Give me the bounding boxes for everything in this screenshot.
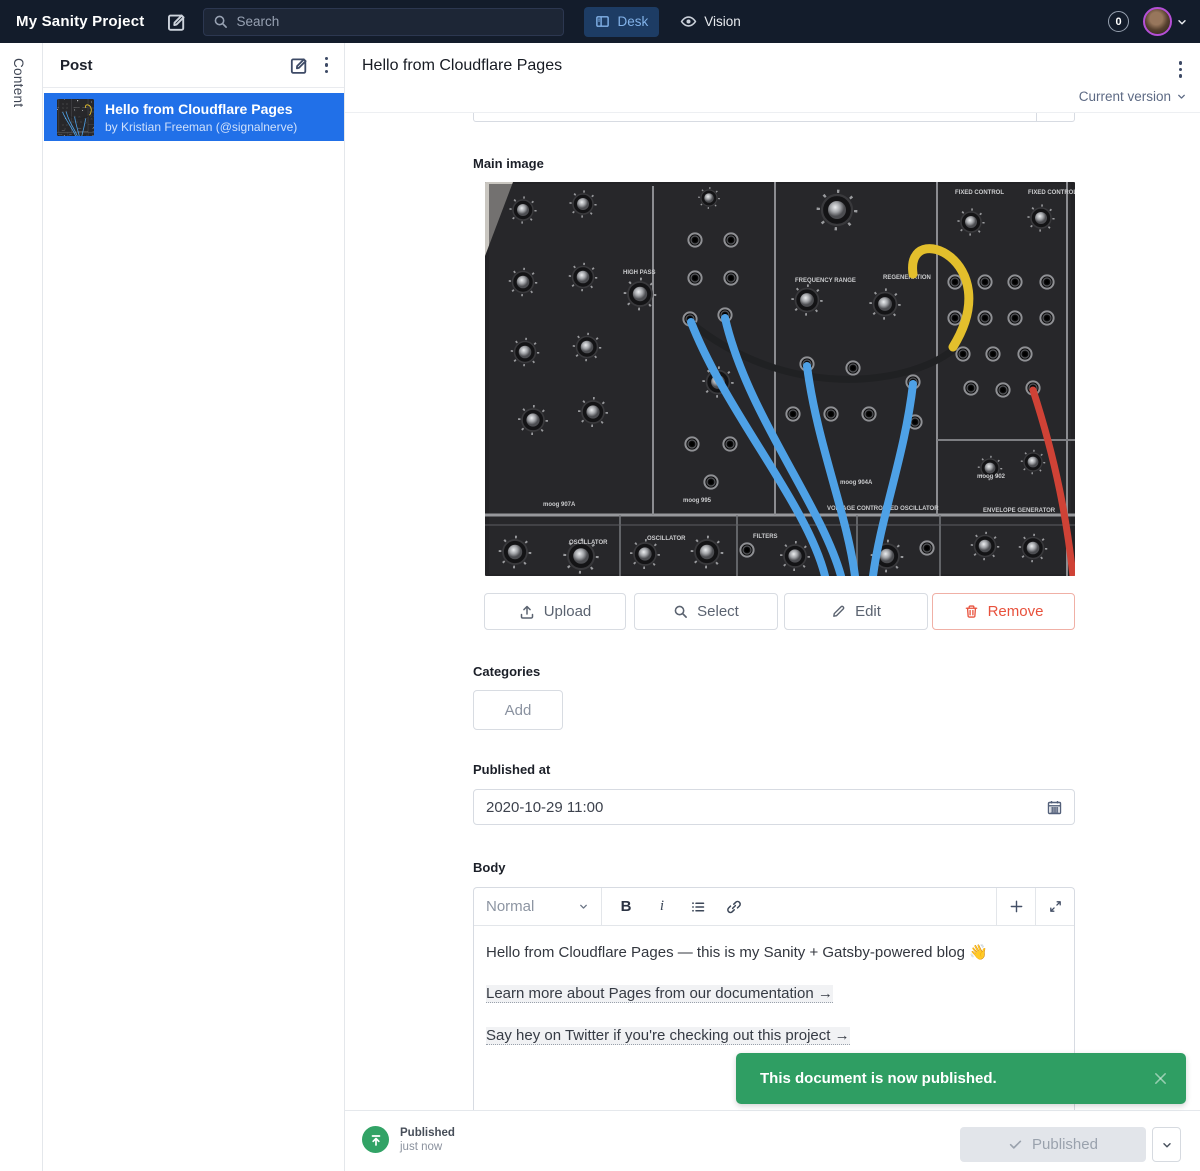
add-category-button[interactable]: Add [473,690,563,730]
toast-close-button[interactable] [1153,1071,1168,1086]
chevron-down-icon [1176,16,1188,28]
desk-icon [595,14,610,29]
tool-strip-content-label[interactable]: Content [11,58,26,107]
main-image-preview[interactable] [485,182,1075,576]
tab-vision[interactable]: Vision [669,7,752,37]
compose-icon [166,12,185,31]
bullet-list-icon [690,899,706,915]
tab-vision-label: Vision [704,14,741,29]
calendar-button[interactable] [1046,799,1063,816]
published-status-icon [362,1126,389,1153]
paragraph-style-value: Normal [486,898,534,915]
app-window: My Sanity Project Desk Vision 0 Content [0,0,1200,1171]
publish-button[interactable]: Published [960,1127,1146,1162]
publish-menu-button[interactable] [1152,1127,1181,1162]
version-label: Current version [1079,89,1171,104]
notification-badge[interactable]: 0 [1108,11,1129,32]
top-navbar: My Sanity Project Desk Vision 0 [0,0,1200,43]
edit-button-label: Edit [855,603,881,620]
publish-status-time: just now [400,1141,455,1153]
bullet-list-button[interactable] [680,888,716,925]
publish-status-title: Published [400,1127,455,1139]
upload-button-label: Upload [544,603,592,620]
search-icon [213,14,228,29]
remove-button[interactable]: Remove [932,593,1075,630]
clipped-slug-field[interactable] [473,113,1075,122]
document-title: Hello from Cloudflare Pages [362,57,562,75]
new-document-icon[interactable] [289,56,307,74]
tool-strip: Content [0,43,43,1171]
bold-button[interactable]: B [608,888,644,925]
global-search[interactable] [203,8,564,36]
list-item-subtitle: by Kristian Freeman (@signalnerve) [105,120,297,134]
chevron-down-icon [578,901,589,912]
document-list-pane: Post Hello from Cloudflare Pages by Kris… [43,43,345,1171]
publish-icon [368,1132,384,1148]
published-at-field [473,789,1075,825]
italic-button[interactable]: i [644,888,680,925]
search-icon [673,604,688,619]
project-title: My Sanity Project [16,13,144,30]
paragraph-style-select[interactable]: Normal [474,888,602,925]
body-link-documentation[interactable]: Learn more about Pages from our document… [486,985,833,1003]
publish-status[interactable]: Published just now [362,1126,455,1153]
upload-icon [519,604,535,620]
fullscreen-button[interactable] [1035,888,1074,925]
editor-header: Hello from Cloudflare Pages Current vers… [345,43,1200,113]
plus-icon [1009,899,1024,914]
body-link-twitter[interactable]: Say hey on Twitter if you're checking ou… [486,1027,850,1045]
compose-button[interactable] [166,12,185,31]
version-selector[interactable]: Current version [1079,89,1187,104]
chevron-down-icon [1161,1139,1173,1151]
list-item-title: Hello from Cloudflare Pages [105,101,297,117]
pane-menu-button[interactable] [323,55,331,76]
body-editor-toolbar: Normal B i [474,888,1074,926]
chevron-down-icon [1176,91,1187,102]
link-button[interactable] [716,888,752,925]
edit-button[interactable]: Edit [784,593,928,630]
check-icon [1008,1137,1023,1152]
upload-button[interactable]: Upload [484,593,626,630]
document-editor-pane: Hello from Cloudflare Pages Current vers… [345,43,1200,1171]
main-image-label: Main image [473,156,544,171]
link-icon [726,899,742,915]
pane-title: Post [60,57,93,74]
toast-message: This document is now published. [760,1070,997,1087]
post-thumbnail [57,99,94,136]
document-menu-button[interactable] [1177,59,1185,80]
editor-footer: Published just now Published [345,1110,1200,1171]
search-input[interactable] [236,14,536,29]
document-list-header: Post [43,43,344,88]
body-label: Body [473,860,506,875]
insert-block-button[interactable] [996,888,1035,925]
expand-icon [1048,899,1063,914]
publish-toast: This document is now published. [736,1053,1186,1104]
remove-button-label: Remove [988,603,1044,620]
body-paragraph[interactable]: Hello from Cloudflare Pages — this is my… [486,943,1062,963]
categories-label: Categories [473,664,540,679]
select-button-label: Select [697,603,739,620]
eye-icon [680,13,697,30]
tab-desk[interactable]: Desk [584,7,659,37]
user-menu-button[interactable] [1176,16,1188,28]
calendar-icon [1046,799,1063,816]
trash-icon [964,604,979,619]
tab-desk-label: Desk [617,14,648,29]
list-item-post[interactable]: Hello from Cloudflare Pages by Kristian … [44,93,344,141]
published-at-label: Published at [473,762,550,777]
pencil-icon [831,604,846,619]
published-at-input[interactable] [486,799,1026,816]
avatar[interactable] [1143,7,1172,36]
select-button[interactable]: Select [634,593,778,630]
close-icon [1153,1071,1168,1086]
publish-button-label: Published [1032,1136,1098,1153]
